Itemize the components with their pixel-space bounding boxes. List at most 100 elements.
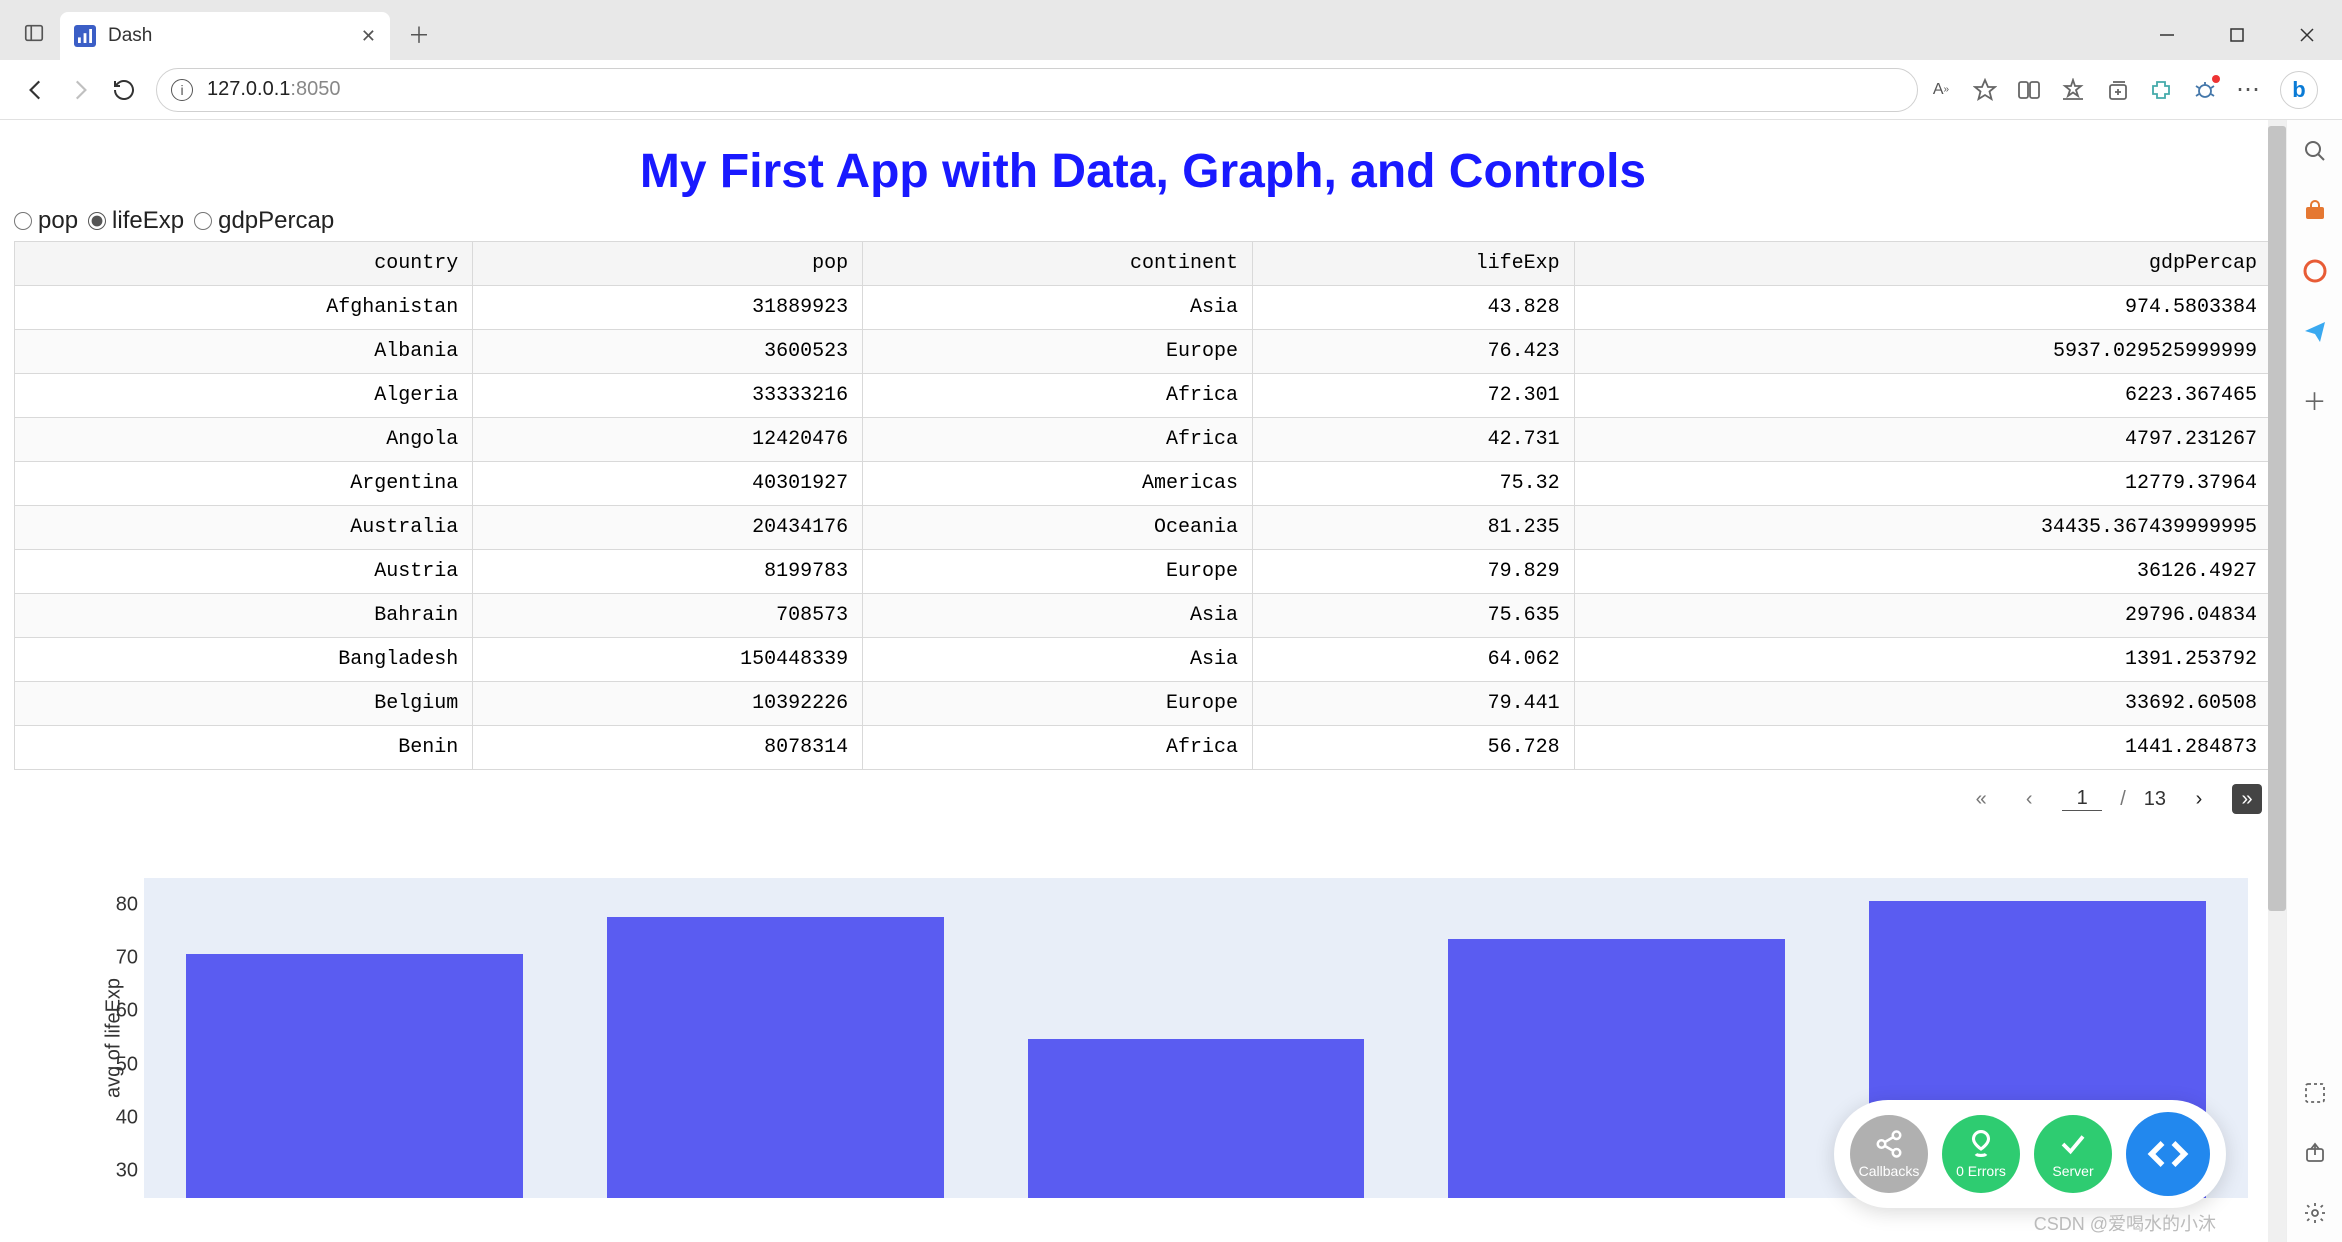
table-cell: 4797.231267 <box>1574 418 2271 462</box>
pager-next[interactable]: › <box>2184 784 2214 814</box>
sidebar-screenshot-icon[interactable] <box>2302 1080 2328 1106</box>
table-cell: Asia <box>863 638 1253 682</box>
close-window-button[interactable] <box>2272 10 2342 60</box>
radio-lifeexp[interactable]: lifeExp <box>88 207 184 235</box>
page-scrollbar[interactable] <box>2268 120 2286 1242</box>
browser-window: Dash ✕ ＋ i 127.0.0.1:8050 A» ⋯ <box>0 0 2342 1242</box>
pager-last[interactable]: » <box>2232 784 2262 814</box>
extension-bug-icon[interactable] <box>2192 77 2218 103</box>
sidebar-office-icon[interactable] <box>2302 258 2328 284</box>
chart-ytick: 30 <box>104 1160 138 1183</box>
table-row[interactable]: Argentina40301927Americas75.3212779.3796… <box>15 462 2272 506</box>
radio-gdppercap[interactable]: gdpPercap <box>194 207 334 235</box>
radio-pop[interactable]: pop <box>14 207 78 235</box>
table-cell: 3600523 <box>473 330 863 374</box>
extension-puzzle-icon[interactable] <box>2148 77 2174 103</box>
table-cell: Africa <box>863 726 1253 770</box>
minimize-button[interactable] <box>2132 10 2202 60</box>
table-cell: 72.301 <box>1253 374 1575 418</box>
maximize-button[interactable] <box>2202 10 2272 60</box>
pager-current-input[interactable]: 1 <box>2062 787 2102 811</box>
table-row[interactable]: Benin8078314Africa56.7281441.284873 <box>15 726 2272 770</box>
chart-yaxis-label: avg of lifeExp <box>103 978 126 1098</box>
devtool-errors[interactable]: 0 Errors <box>1942 1115 2020 1193</box>
table-row[interactable]: Albania3600523Europe76.4235937.029525999… <box>15 330 2272 374</box>
sidebar-add-icon[interactable]: ＋ <box>2303 382 2327 417</box>
table-cell: Americas <box>863 462 1253 506</box>
pager-first[interactable]: « <box>1966 784 1996 814</box>
devtool-callbacks[interactable]: Callbacks <box>1850 1115 1928 1193</box>
table-cell: Angola <box>15 418 473 462</box>
table-row[interactable]: Bahrain708573Asia75.63529796.04834 <box>15 594 2272 638</box>
th-gdppercap[interactable]: gdpPercap <box>1574 242 2271 286</box>
table-row[interactable]: Angola12420476Africa42.7314797.231267 <box>15 418 2272 462</box>
watermark: CSDN @爱喝水的小沐 <box>2034 1210 2216 1236</box>
table-row[interactable]: Bangladesh150448339Asia64.0621391.253792 <box>15 638 2272 682</box>
table-cell: Australia <box>15 506 473 550</box>
chart-bar[interactable] <box>607 917 944 1198</box>
chart-bar[interactable] <box>1448 939 1785 1198</box>
sidebar-share-icon[interactable] <box>2302 1140 2328 1166</box>
table-cell: 64.062 <box>1253 638 1575 682</box>
table-cell: 8078314 <box>473 726 863 770</box>
table-cell: 708573 <box>473 594 863 638</box>
split-screen-icon[interactable] <box>2016 77 2042 103</box>
table-row[interactable]: Australia20434176Oceania81.23534435.3674… <box>15 506 2272 550</box>
favorite-icon[interactable] <box>1972 77 1998 103</box>
refresh-button[interactable] <box>102 68 146 112</box>
tab-actions-button[interactable] <box>16 15 52 51</box>
address-bar[interactable]: i 127.0.0.1:8050 <box>156 68 1918 112</box>
table-cell: Europe <box>863 330 1253 374</box>
browser-toolbar: i 127.0.0.1:8050 A» ⋯ b <box>0 60 2342 120</box>
collections-icon[interactable] <box>2104 77 2130 103</box>
table-cell: Albania <box>15 330 473 374</box>
favorites-list-icon[interactable] <box>2060 77 2086 103</box>
table-row[interactable]: Belgium10392226Europe79.44133692.60508 <box>15 682 2272 726</box>
sidebar-shopping-icon[interactable] <box>2302 198 2328 224</box>
table-cell: Argentina <box>15 462 473 506</box>
back-button[interactable] <box>14 68 58 112</box>
sidebar-settings-icon[interactable] <box>2302 1200 2328 1226</box>
table-cell: 150448339 <box>473 638 863 682</box>
table-cell: 8199783 <box>473 550 863 594</box>
new-tab-button[interactable]: ＋ <box>398 13 440 55</box>
table-cell: 33692.60508 <box>1574 682 2271 726</box>
th-country[interactable]: country <box>15 242 473 286</box>
pager-total: 13 <box>2144 788 2166 811</box>
th-lifeexp[interactable]: lifeExp <box>1253 242 1575 286</box>
table-cell: 36126.4927 <box>1574 550 2271 594</box>
table-cell: 5937.029525999999 <box>1574 330 2271 374</box>
sidebar-search-icon[interactable] <box>2302 138 2328 164</box>
table-cell: Algeria <box>15 374 473 418</box>
chart-ytick: 50 <box>104 1053 138 1076</box>
url-port: :8050 <box>290 78 340 101</box>
th-continent[interactable]: continent <box>863 242 1253 286</box>
table-row[interactable]: Austria8199783Europe79.82936126.4927 <box>15 550 2272 594</box>
site-info-icon[interactable]: i <box>171 79 193 101</box>
chart-ytick: 40 <box>104 1107 138 1130</box>
read-aloud-icon[interactable]: A» <box>1928 77 1954 103</box>
bing-chat-button[interactable]: b <box>2280 71 2318 109</box>
devtool-toggle[interactable] <box>2126 1112 2210 1196</box>
pager-prev[interactable]: ‹ <box>2014 784 2044 814</box>
devtool-server[interactable]: Server <box>2034 1115 2112 1193</box>
table-cell: 40301927 <box>473 462 863 506</box>
table-cell: 1441.284873 <box>1574 726 2271 770</box>
th-pop[interactable]: pop <box>473 242 863 286</box>
sidebar-send-icon[interactable] <box>2302 318 2328 344</box>
table-cell: 42.731 <box>1253 418 1575 462</box>
table-cell: Afghanistan <box>15 286 473 330</box>
close-tab-icon[interactable]: ✕ <box>361 26 376 47</box>
chart-bar[interactable] <box>186 954 523 1198</box>
browser-tab[interactable]: Dash ✕ <box>60 12 390 60</box>
table-row[interactable]: Algeria33333216Africa72.3016223.367465 <box>15 374 2272 418</box>
table-cell: Europe <box>863 550 1253 594</box>
table-cell: Benin <box>15 726 473 770</box>
table-cell: Austria <box>15 550 473 594</box>
table-header-row: country pop continent lifeExp gdpPercap <box>15 242 2272 286</box>
table-cell: 31889923 <box>473 286 863 330</box>
table-row[interactable]: Afghanistan31889923Asia43.828974.5803384 <box>15 286 2272 330</box>
chart-bar[interactable] <box>1028 1039 1365 1198</box>
table-cell: Bahrain <box>15 594 473 638</box>
more-menu-icon[interactable]: ⋯ <box>2236 77 2262 103</box>
